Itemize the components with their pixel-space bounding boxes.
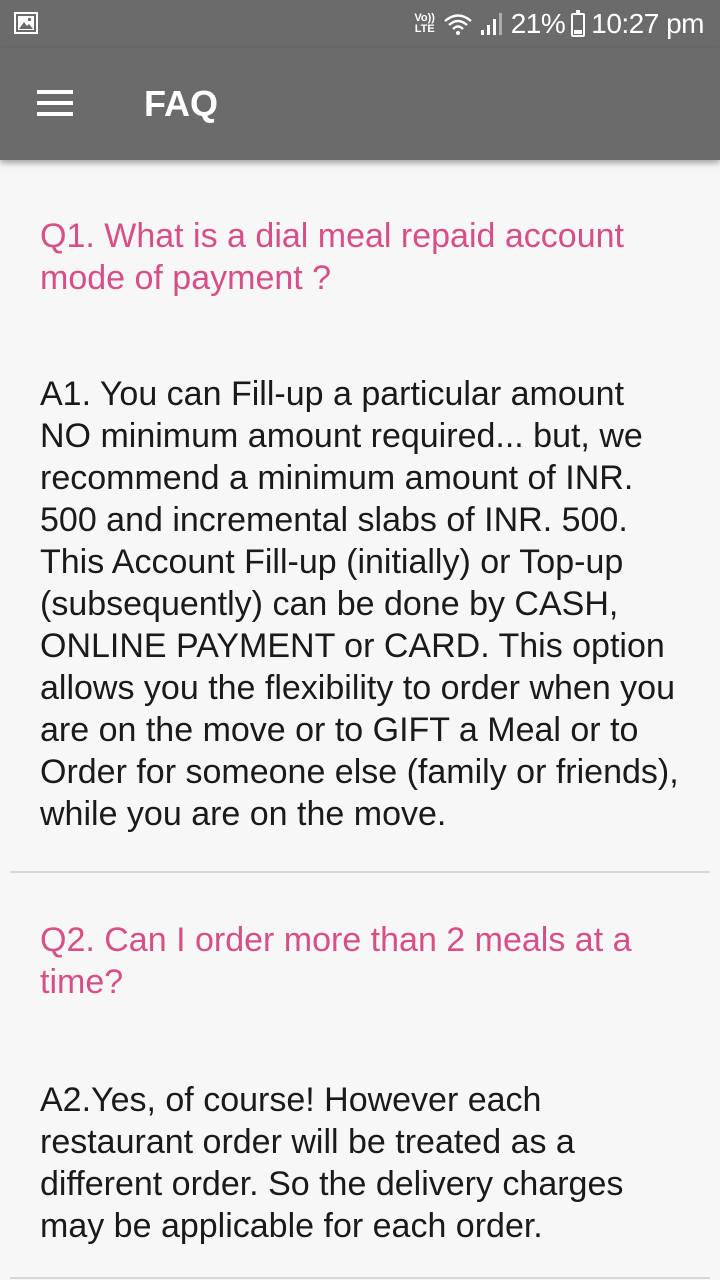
page-title: FAQ (144, 83, 219, 124)
menu-line (37, 101, 73, 105)
gallery-notification-icon (14, 12, 38, 34)
faq-item: Q2. Can I order more than 2 meals at a t… (0, 873, 720, 1279)
menu-line (37, 90, 73, 94)
menu-line (37, 112, 73, 116)
clock: 10:27 pm (591, 8, 704, 39)
faq-answer: A1. You can Fill-up a particular amount … (40, 375, 679, 833)
faq-item: Q1. What is a dial meal repaid account m… (0, 160, 720, 873)
faq-answer: A2.Yes, of course! However each restaura… (40, 1081, 624, 1245)
volte-icon: Vo)) LTE (413, 13, 437, 35)
faq-question: Q2. Can I order more than 2 meals at a t… (40, 921, 632, 1001)
hamburger-menu-icon[interactable] (34, 86, 76, 120)
battery-icon (571, 10, 586, 37)
status-bar: Vo)) LTE 21% 10:27 pm (0, 0, 720, 48)
divider (10, 1277, 710, 1279)
battery-percent: 21% (510, 8, 566, 39)
lte-label: LTE (414, 23, 435, 35)
battery-fill (574, 29, 583, 34)
faq-list[interactable]: Q1. What is a dial meal repaid account m… (0, 160, 720, 1279)
status-indicators: Vo)) LTE 21% 10:27 pm (413, 0, 704, 48)
faq-question: Q1. What is a dial meal repaid account m… (40, 217, 624, 297)
signal-icon (480, 13, 502, 35)
wifi-icon (443, 14, 472, 35)
app-bar: FAQ (0, 48, 720, 160)
